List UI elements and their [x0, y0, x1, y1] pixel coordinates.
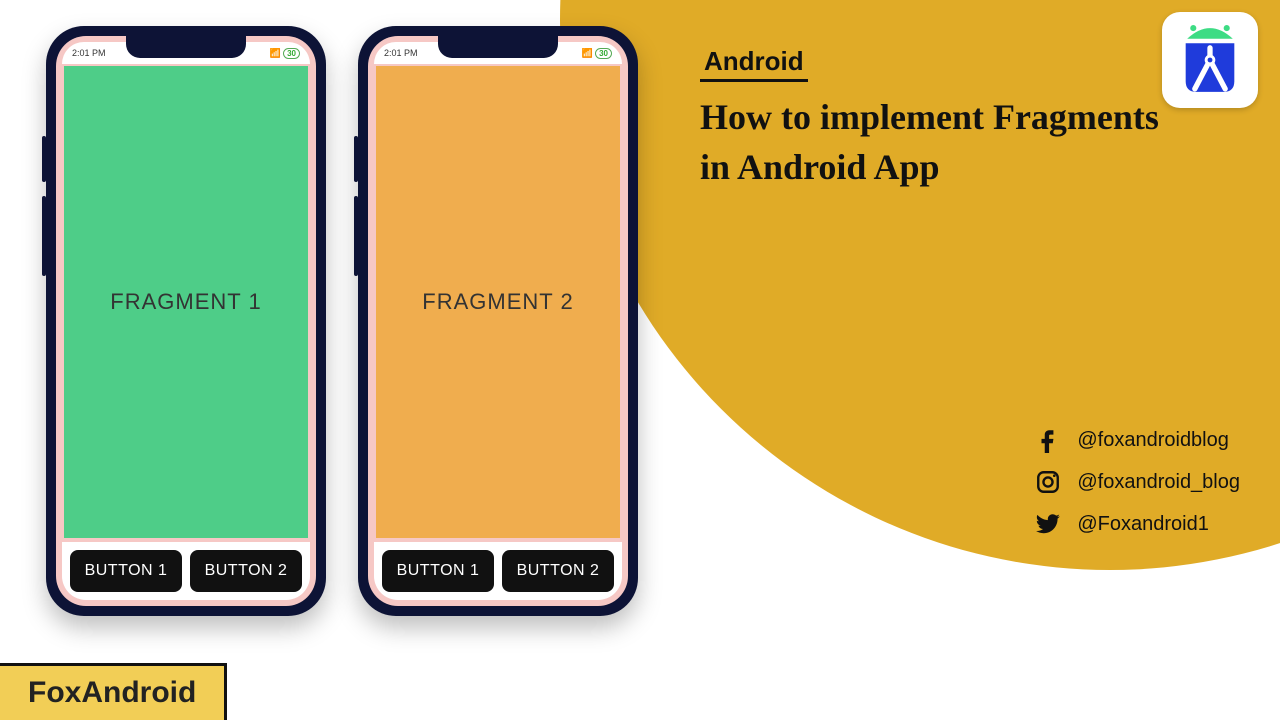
- facebook-handle: @foxandroidblog: [1077, 429, 1229, 452]
- phone-mockups: 2:01 PM 📶 30 FRAGMENT 1 BUTTON 1 BUTTON …: [46, 26, 638, 616]
- social-twitter[interactable]: @Foxandroid1: [1033, 509, 1240, 539]
- button-row: BUTTON 1 BUTTON 2: [62, 542, 310, 600]
- phone-notch: [126, 36, 246, 58]
- instagram-handle: @foxandroid_blog: [1077, 471, 1240, 494]
- fragment-label: FRAGMENT 1: [110, 289, 261, 315]
- button-row: BUTTON 1 BUTTON 2: [374, 542, 622, 600]
- brand-badge: FoxAndroid: [0, 663, 227, 720]
- phone-2: 2:01 PM 📶 30 FRAGMENT 2 BUTTON 1 BUTTON …: [358, 26, 638, 616]
- social-links: @foxandroidblog @foxandroid_blog @Foxand…: [1033, 425, 1240, 551]
- social-facebook[interactable]: @foxandroidblog: [1033, 425, 1240, 455]
- status-right: 📶 30: [270, 48, 300, 59]
- fragment-area: FRAGMENT 2: [376, 66, 620, 538]
- title-block: Android How to implement Fragments in An…: [700, 46, 1159, 193]
- battery-level: 30: [283, 48, 300, 59]
- title-category: Android: [700, 46, 808, 82]
- phone-notch: [438, 36, 558, 58]
- signal-icon: 📶: [270, 48, 281, 59]
- facebook-icon: [1033, 425, 1063, 455]
- title-line-1: How to implement Fragments: [700, 92, 1159, 142]
- button-1[interactable]: BUTTON 1: [70, 550, 182, 592]
- phone-2-screen: 2:01 PM 📶 30 FRAGMENT 2 BUTTON 1 BUTTON …: [368, 36, 628, 606]
- twitter-handle: @Foxandroid1: [1077, 513, 1208, 536]
- button-1[interactable]: BUTTON 1: [382, 550, 494, 592]
- instagram-icon: [1033, 467, 1063, 497]
- status-right: 📶 30: [582, 48, 612, 59]
- android-studio-icon: [1162, 12, 1258, 108]
- button-2[interactable]: BUTTON 2: [190, 550, 302, 592]
- twitter-icon: [1033, 509, 1063, 539]
- fragment-area: FRAGMENT 1: [64, 66, 308, 538]
- button-2[interactable]: BUTTON 2: [502, 550, 614, 592]
- title-line-2: in Android App: [700, 142, 1159, 192]
- status-time: 2:01 PM: [384, 48, 418, 58]
- social-instagram[interactable]: @foxandroid_blog: [1033, 467, 1240, 497]
- battery-level: 30: [595, 48, 612, 59]
- fragment-label: FRAGMENT 2: [422, 289, 573, 315]
- phone-1: 2:01 PM 📶 30 FRAGMENT 1 BUTTON 1 BUTTON …: [46, 26, 326, 616]
- phone-1-screen: 2:01 PM 📶 30 FRAGMENT 1 BUTTON 1 BUTTON …: [56, 36, 316, 606]
- signal-icon: 📶: [582, 48, 593, 59]
- status-time: 2:01 PM: [72, 48, 106, 58]
